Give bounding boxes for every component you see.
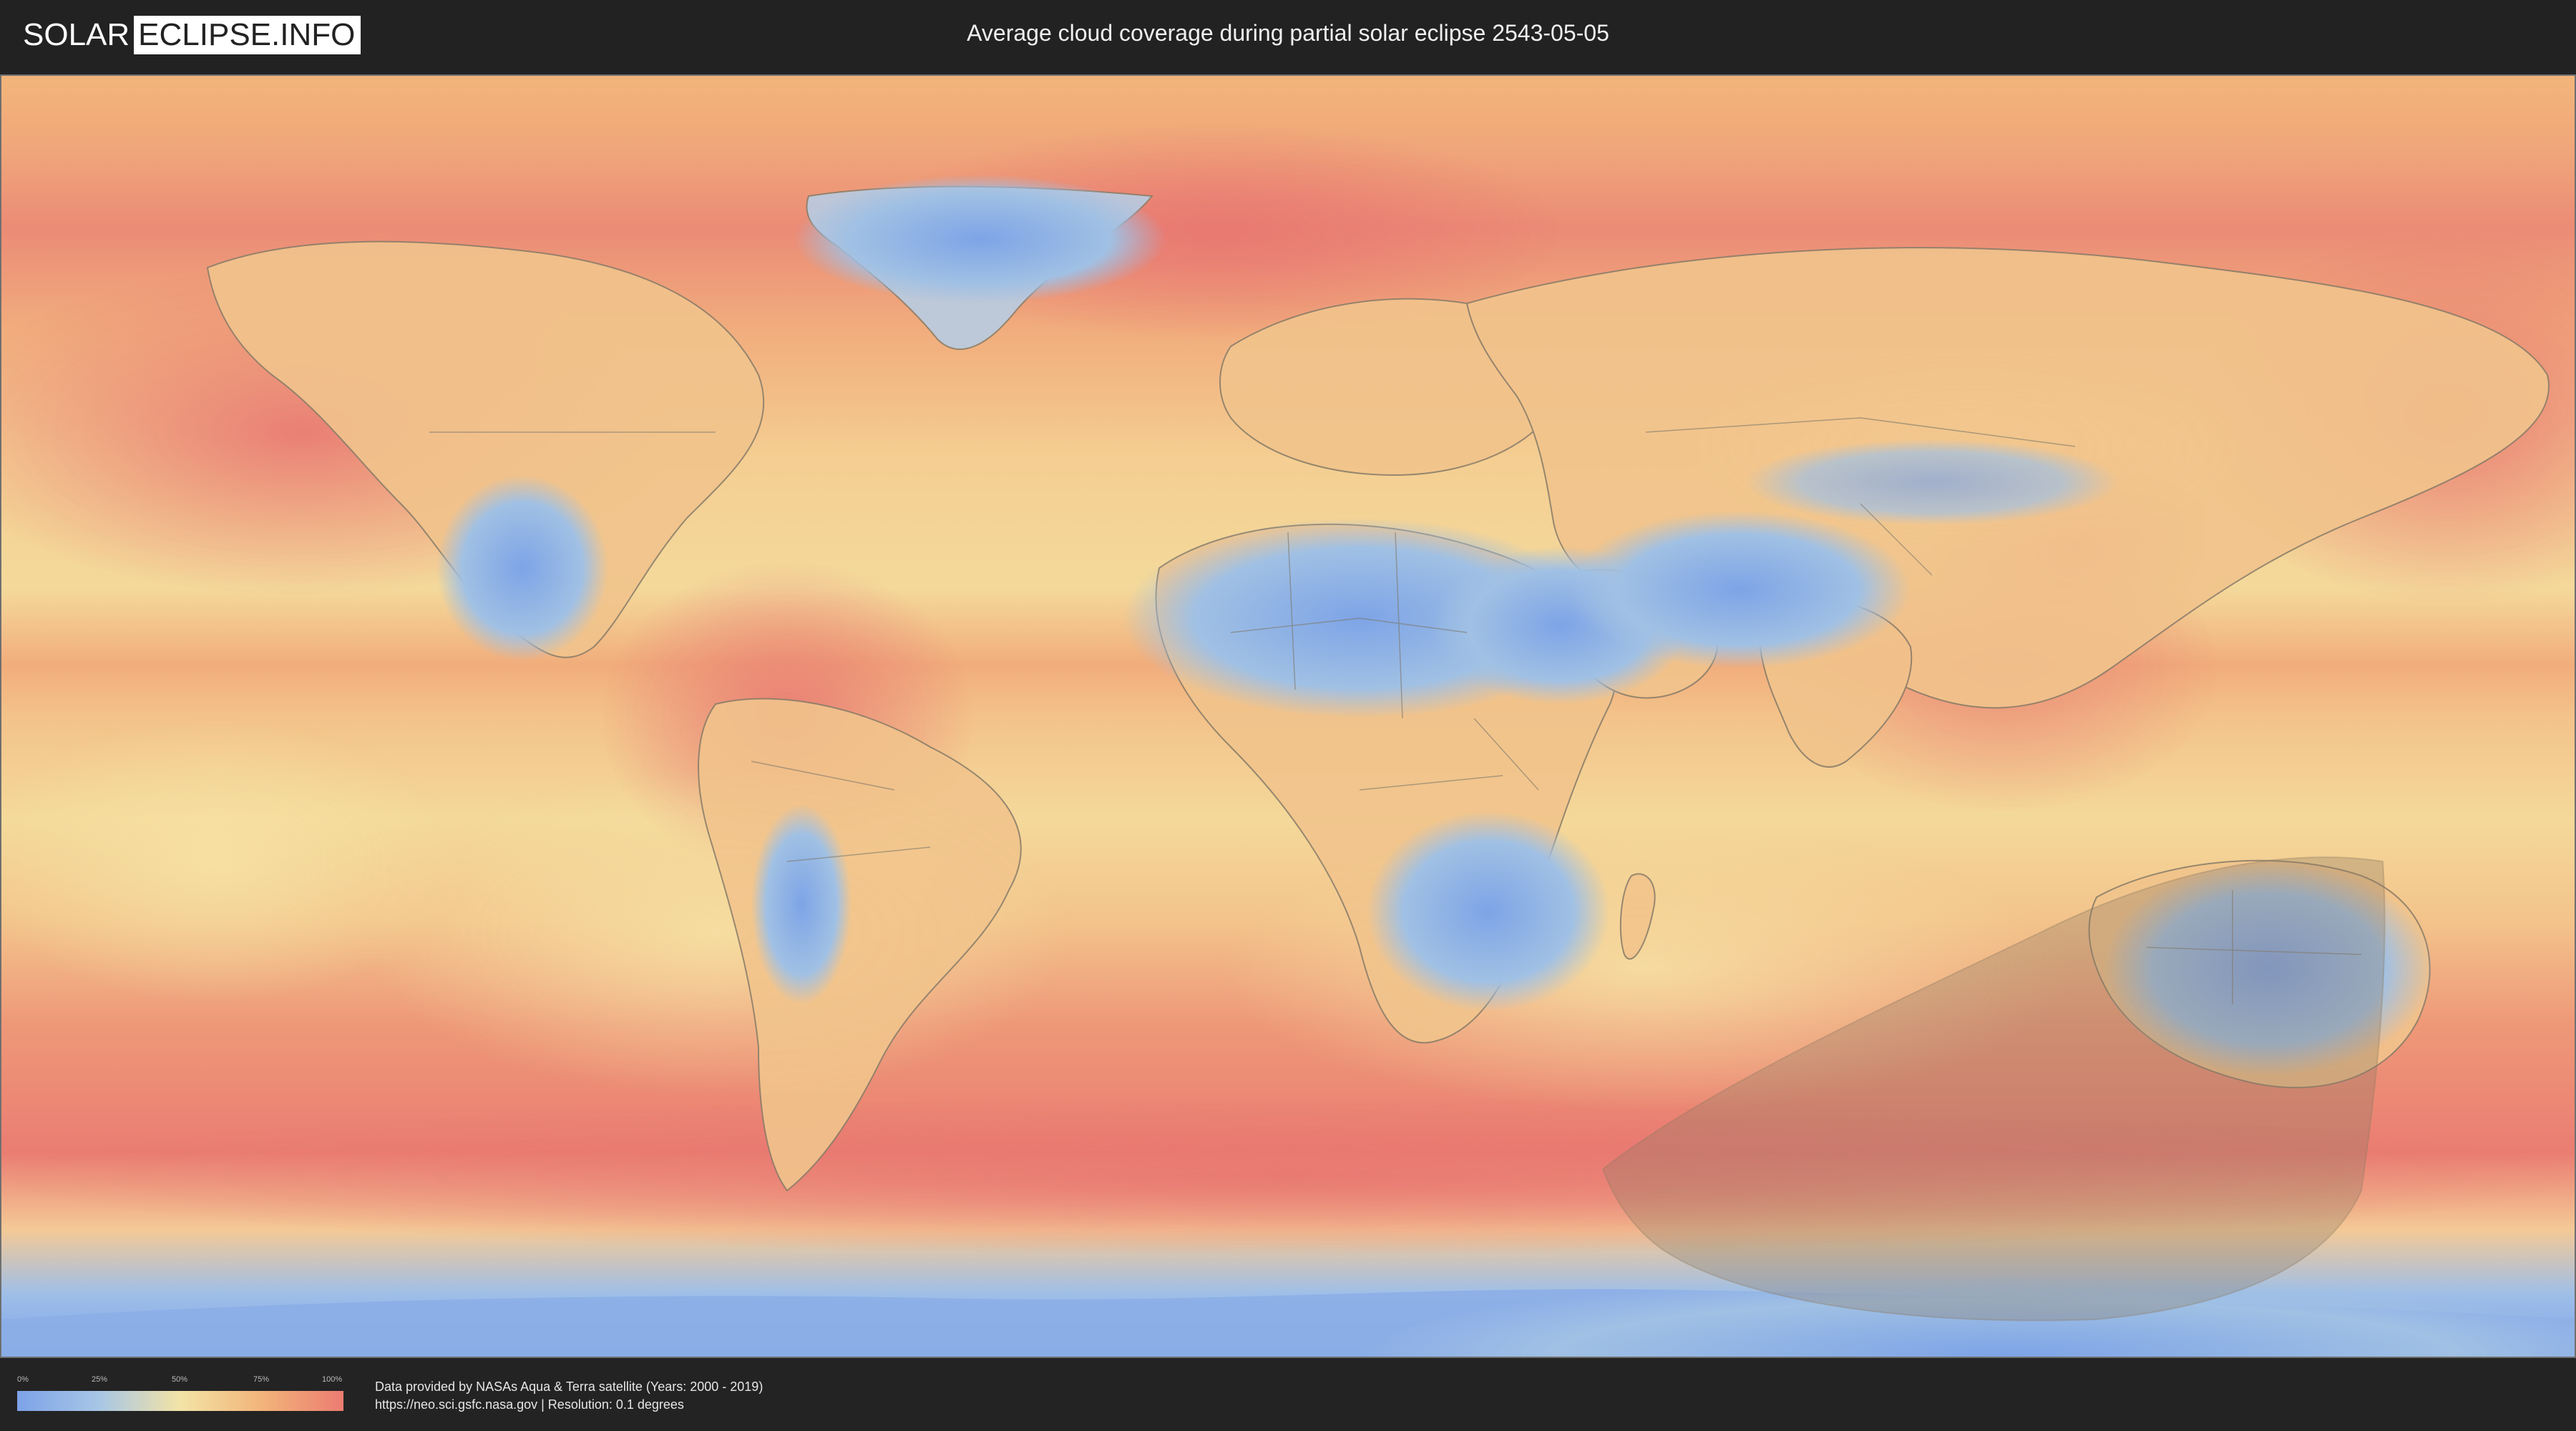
legend-tick-100: 100% [322, 1375, 343, 1384]
legend-tick-75: 75% [253, 1375, 270, 1384]
legend-tick-50: 50% [172, 1375, 188, 1384]
legend-tick-0: 0% [17, 1375, 29, 1384]
header-bar: SOLAR ECLIPSE.INFO Average cloud coverag… [0, 0, 2576, 72]
credits-line-2: https://neo.sci.gsfc.nasa.gov | Resoluti… [375, 1397, 684, 1412]
data-credits: Data provided by NASAs Aqua & Terra sate… [375, 1378, 763, 1414]
legend-tick-25: 25% [92, 1375, 108, 1384]
legend-color-bar [17, 1391, 343, 1411]
legend-tick-labels: 0% 25% 50% 75% 100% [17, 1375, 343, 1387]
cloud-coverage-map [0, 74, 2576, 1358]
credits-line-1: Data provided by NASAs Aqua & Terra sate… [375, 1379, 763, 1394]
cloud-coverage-legend: 0% 25% 50% 75% 100% [17, 1375, 343, 1411]
page-title: Average cloud coverage during partial so… [967, 20, 1609, 46]
